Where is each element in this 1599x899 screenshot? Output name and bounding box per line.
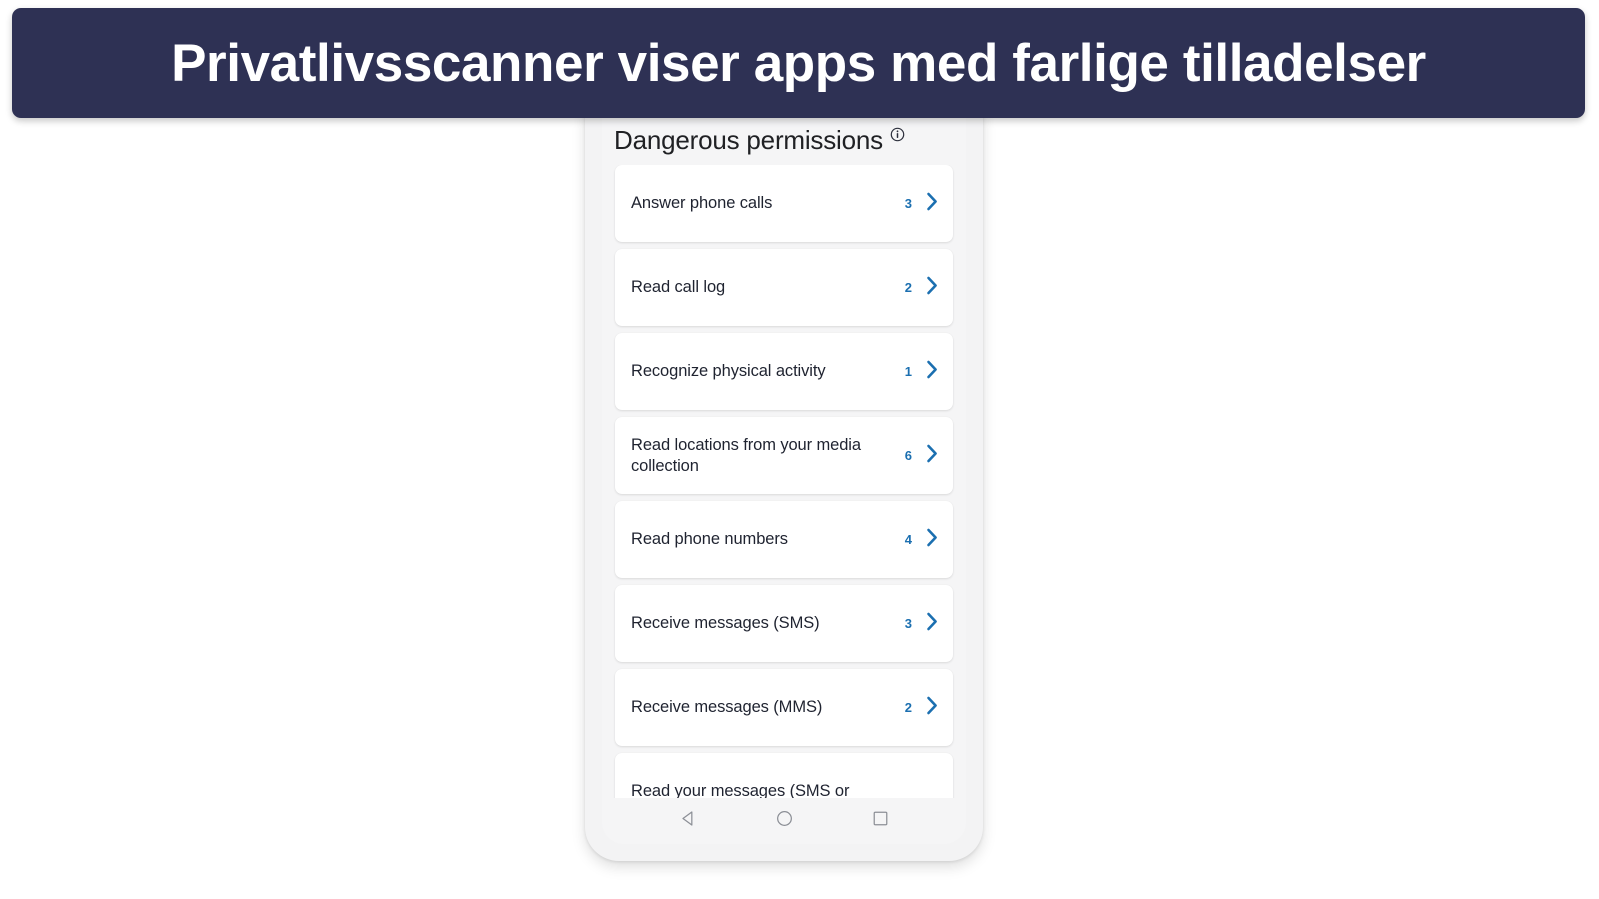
permission-row[interactable]: Read call log 2	[615, 249, 953, 327]
permission-count: 2	[904, 700, 912, 716]
permission-row[interactable]: Recognize physical activity 1	[615, 333, 953, 411]
info-icon[interactable]	[890, 127, 905, 147]
home-circle-icon[interactable]	[775, 809, 794, 833]
permission-count: 4	[904, 532, 912, 548]
phone-screen: Dangerous permissions Answer phone calls…	[602, 114, 966, 844]
back-triangle-icon[interactable]	[679, 809, 698, 833]
headline-banner: Privatlivsscanner viser apps med farlige…	[12, 8, 1585, 118]
chevron-right-icon[interactable]	[926, 276, 939, 300]
permission-row-partial[interactable]: Read your messages (SMS or	[615, 753, 953, 798]
permission-label: Recognize physical activity	[631, 362, 826, 381]
permission-label: Read locations from your media collectio…	[631, 435, 861, 475]
chevron-right-icon[interactable]	[926, 360, 939, 384]
chevron-right-icon[interactable]	[926, 192, 939, 216]
page-title: Dangerous permissions	[614, 125, 883, 155]
permission-label: Receive messages (MMS)	[631, 698, 823, 717]
permission-row[interactable]: Read locations from your media collectio…	[615, 417, 953, 495]
permission-count: 3	[904, 196, 912, 212]
permission-row[interactable]: Receive messages (MMS) 2	[615, 669, 953, 747]
phone-mockup-frame: Dangerous permissions Answer phone calls…	[585, 104, 983, 861]
permission-count: 1	[904, 364, 912, 380]
chevron-right-icon[interactable]	[926, 528, 939, 552]
recents-square-icon[interactable]	[871, 809, 890, 833]
screen-header: Dangerous permissions	[602, 114, 966, 166]
permission-label: Read your messages (SMS or	[631, 782, 850, 798]
permission-count: 2	[904, 280, 912, 296]
headline-text: Privatlivsscanner viser apps med farlige…	[171, 33, 1426, 93]
android-nav-bar[interactable]	[602, 798, 966, 844]
permission-count: 6	[904, 448, 912, 464]
dangerous-permissions-list[interactable]: Answer phone calls 3 Read call log 2 Rec…	[602, 165, 966, 798]
permission-label: Receive messages (SMS)	[631, 614, 820, 633]
permission-label: Answer phone calls	[631, 194, 773, 213]
permission-row[interactable]: Receive messages (SMS) 3	[615, 585, 953, 663]
permission-row[interactable]: Read phone numbers 4	[615, 501, 953, 579]
chevron-right-icon[interactable]	[926, 696, 939, 720]
permission-label: Read call log	[631, 278, 726, 297]
chevron-right-icon[interactable]	[926, 612, 939, 636]
permission-label: Read phone numbers	[631, 530, 788, 549]
chevron-right-icon[interactable]	[926, 444, 939, 468]
permission-count: 3	[904, 616, 912, 632]
permission-row[interactable]: Answer phone calls 3	[615, 165, 953, 243]
